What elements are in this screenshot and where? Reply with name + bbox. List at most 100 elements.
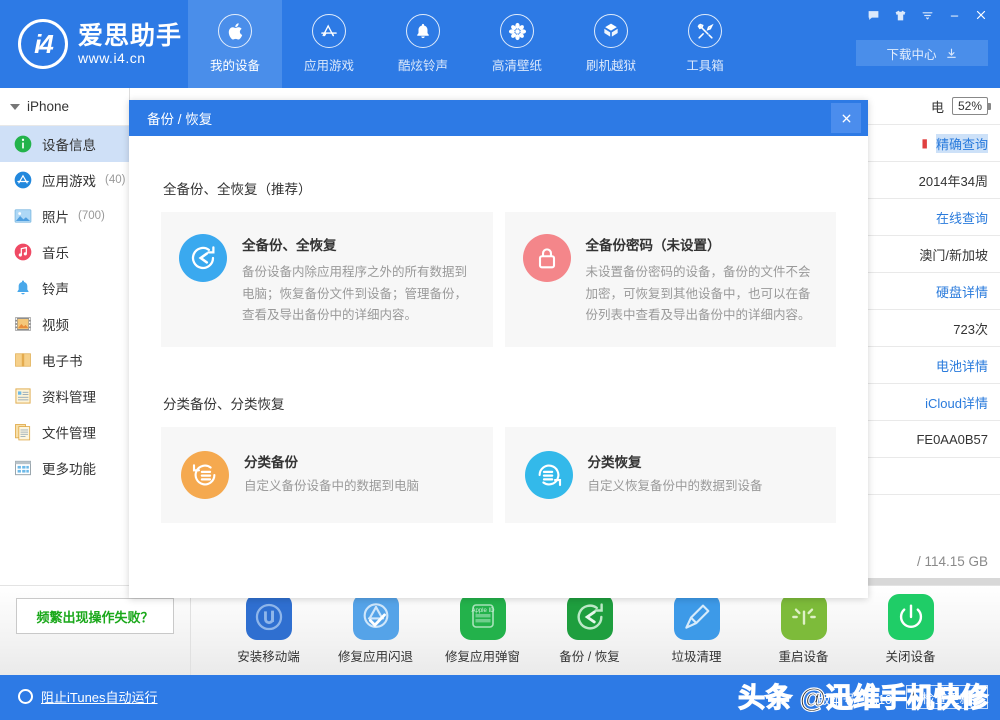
tool-fix-app-popup[interactable]: Apple ID 修复应用弹窗 [429,594,536,665]
exact-query-link[interactable]: 精确查询 [936,134,988,153]
row-value: 澳门/新加坡 [919,245,988,264]
tool-label: 关闭设备 [885,646,935,665]
card-title: 全备份、全恢复 [242,234,473,254]
icloud-detail-link[interactable]: iCloud详情 [925,393,988,412]
sidebar-item-file-manage[interactable]: 文件管理 [0,414,129,450]
card-full-backup-restore[interactable]: 全备份、全恢复 备份设备内除应用程序之外的所有数据到电脑；恢复备份文件到设备；管… [161,212,493,347]
section-heading-category: 分类备份、分类恢复 [163,393,836,413]
tool-label: 垃圾清理 [671,646,721,665]
bell-icon [406,14,440,48]
section-cards-full: 全备份、全恢复 备份设备内除应用程序之外的所有数据到电脑；恢复备份文件到设备；管… [161,212,836,347]
logo-url: www.i4.cn [78,51,182,66]
close-icon[interactable] [968,4,994,26]
sidebar-item-count: (40) [105,174,125,186]
category-backup-icon [181,451,229,499]
card-category-restore[interactable]: 分类恢复 自定义恢复备份中的数据到设备 [505,427,837,523]
check-update-button[interactable]: 检查更新 [906,685,988,709]
tool-backup-restore[interactable]: 备份 / 恢复 [536,594,643,665]
nav-item-apps-games[interactable]: 应用游戏 [282,0,376,88]
sidebar-item-data-manage[interactable]: 资料管理 [0,378,129,414]
nav-item-my-device[interactable]: 我的设备 [188,0,282,88]
nav-item-wallpapers[interactable]: 高清壁纸 [470,0,564,88]
sidebar-item-label: 应用游戏 [42,170,96,190]
menu-icon[interactable] [914,4,940,26]
online-query-link[interactable]: 在线查询 [936,208,988,227]
tool-install-mobile[interactable]: 安装移动端 [215,594,322,665]
logo-mark-icon: i4 [18,19,68,69]
card-backup-password[interactable]: 全备份密码（未设置） 未设置备份密码的设备，备份的文件不会加密，可恢复到其他设备… [505,212,837,347]
feedback-icon[interactable] [860,4,886,26]
sidebar-item-apps-games[interactable]: 应用游戏 (40) [0,162,129,198]
toggle-ring-icon [18,689,33,704]
row-label: 电 [931,97,944,116]
chevron-down-icon [10,104,20,110]
close-icon[interactable] [831,103,861,133]
row-value: 723次 [953,319,988,338]
row-value: FE0AA0B57 [916,432,988,447]
card-title: 分类备份 [244,451,419,471]
battery-detail-link[interactable]: 电池详情 [936,356,988,375]
card-category-backup[interactable]: 分类备份 自定义备份设备中的数据到电脑 [161,427,493,523]
ringtone-icon [13,278,33,298]
photo-icon [13,206,33,226]
tool-fix-app-crash[interactable]: 修复应用闪退 [322,594,429,665]
sidebar-item-videos[interactable]: 视频 [0,306,129,342]
sidebar-item-label: 音乐 [42,242,69,262]
nav-item-toolbox[interactable]: 工具箱 [658,0,752,88]
restart-icon [781,594,827,640]
battery-level: 52% [952,97,988,115]
tool-label: 修复应用弹窗 [445,646,520,665]
tool-restart-device[interactable]: 重启设备 [750,594,857,665]
app-window: i4 爱思助手 www.i4.cn 我的设备 应用游戏 [0,0,1000,720]
sidebar-item-ringtones[interactable]: 铃声 [0,270,129,306]
file-manage-icon [13,422,33,442]
skin-icon[interactable] [887,4,913,26]
flower-icon [500,14,534,48]
section-heading-full: 全备份、全恢复（推荐） [163,178,836,198]
tool-junk-clean[interactable]: 垃圾清理 [643,594,750,665]
download-center-label: 下载中心 [886,44,936,63]
row-value: 2014年34周 [919,171,988,190]
lock-circle-icon [523,234,571,282]
sidebar-item-music[interactable]: 音乐 [0,234,129,270]
section-cards-category: 分类备份 自定义备份设备中的数据到电脑 分类恢复 自定义恢复备份中的数据到设备 [161,427,836,523]
bottom-toolbar: 频繁出现操作失败？ 安装移动端 修复应用闪退 Apple ID 修复应用弹窗 [0,585,1000,675]
sidebar-item-label: 设备信息 [42,134,96,154]
sidebar-item-count: (700) [78,210,105,222]
tools-icon [688,14,722,48]
card-desc: 自定义恢复备份中的数据到设备 [588,476,763,498]
download-center-button[interactable]: 下载中心 [856,40,988,66]
clean-icon [674,594,720,640]
operation-fail-button[interactable]: 频繁出现操作失败？ [16,598,174,634]
sidebar-item-more[interactable]: 更多功能 [0,450,129,486]
sidebar-item-label: 资料管理 [42,386,96,406]
disk-detail-link[interactable]: 硬盘详情 [936,282,988,301]
sidebar-item-label: 更多功能 [42,458,96,478]
nav-label: 高清壁纸 [492,55,542,74]
video-icon [13,314,33,334]
window-controls [860,4,994,26]
dialog-title: 备份 / 恢复 [147,108,212,128]
block-itunes-label: 阻止iTunes自动运行 [41,687,158,706]
sidebar-item-photos[interactable]: 照片 (700) [0,198,129,234]
tool-list: 安装移动端 修复应用闪退 Apple ID 修复应用弹窗 备份 / 恢复 [215,594,964,665]
nav-label: 我的设备 [210,55,260,74]
sidebar-item-label: 电子书 [42,350,83,370]
backup-restore-icon [567,594,613,640]
minimize-icon[interactable] [941,4,967,26]
app-logo: i4 爱思助手 www.i4.cn [0,0,188,88]
nav-label: 工具箱 [686,55,724,74]
tool-shutdown-device[interactable]: 关闭设备 [857,594,964,665]
i4-app-icon [246,594,292,640]
category-restore-icon [525,451,573,499]
sidebar-item-ebooks[interactable]: 电子书 [0,342,129,378]
svg-text:Apple ID: Apple ID [471,608,495,614]
status-bar: 阻止iTunes自动运行 版本号：7.10 检查更新 [0,675,1000,720]
sidebar-item-device-info[interactable]: 设备信息 [0,126,129,162]
sidebar-device-header[interactable]: iPhone [0,88,129,126]
block-itunes-toggle[interactable]: 阻止iTunes自动运行 [18,687,158,706]
nav-item-flash-jailbreak[interactable]: 刷机越狱 [564,0,658,88]
sidebar-item-label: 照片 [42,206,69,226]
nav-item-ringtones[interactable]: 酷炫铃声 [376,0,470,88]
appstore-icon [312,14,346,48]
